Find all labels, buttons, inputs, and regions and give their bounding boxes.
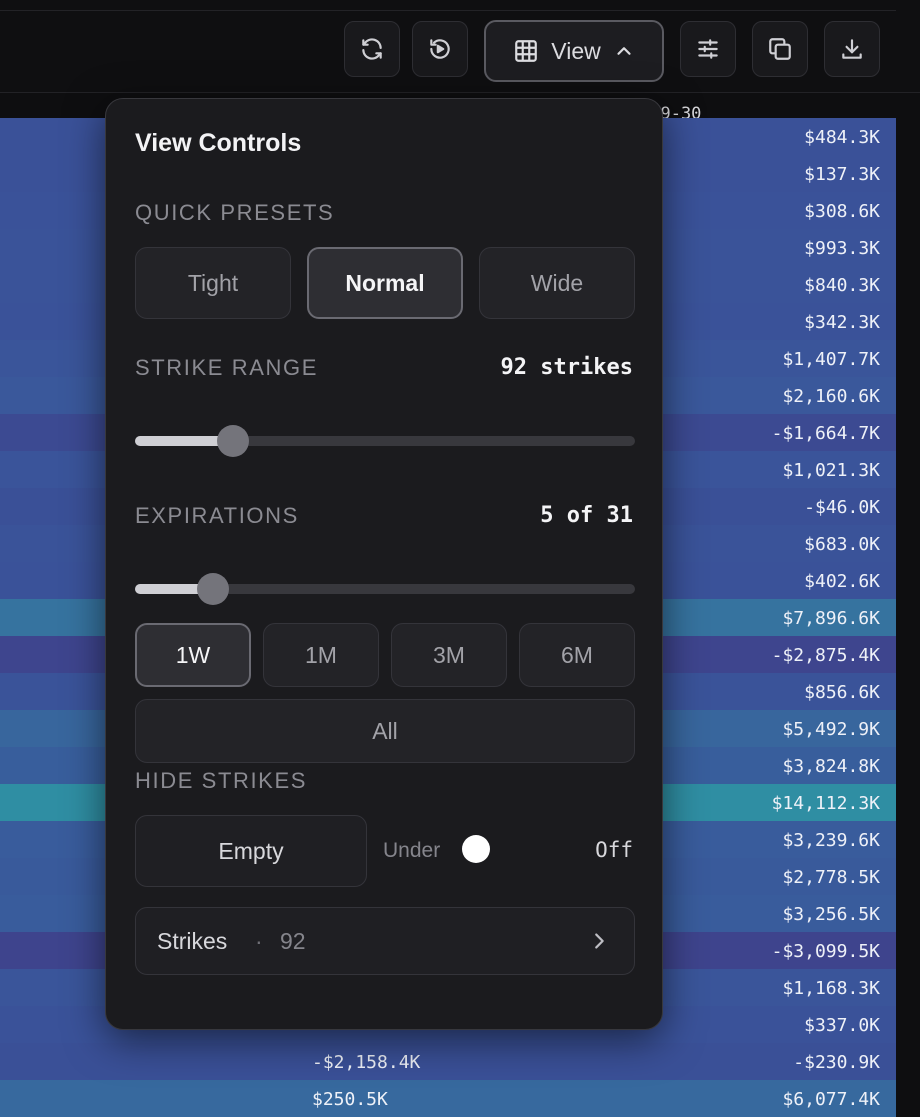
net-value-cell: $7,896.6K bbox=[782, 608, 880, 629]
toolbar: View bbox=[0, 0, 920, 93]
net-value-cell: $1,168.3K bbox=[782, 978, 880, 999]
quick-presets-label: QUICK PRESETS bbox=[135, 200, 335, 225]
strike-range-thumb[interactable] bbox=[216, 425, 249, 457]
net-value-cell: $3,824.8K bbox=[782, 756, 880, 777]
net-value-cell: $308.6K bbox=[804, 201, 880, 222]
strike-range-slider[interactable] bbox=[135, 425, 635, 457]
expiration-3m-button[interactable]: 3M bbox=[391, 623, 507, 687]
view-controls-popover: View Controls QUICK PRESETS Tight Normal W… bbox=[105, 98, 663, 1030]
net-value-cell: -$46.0K bbox=[804, 497, 880, 518]
net-value-cell: $856.6K bbox=[804, 682, 880, 703]
under-threshold-toggle[interactable] bbox=[462, 835, 490, 863]
chevron-right-icon bbox=[595, 933, 604, 949]
expirations-thumb[interactable] bbox=[196, 573, 229, 605]
preset-tight-button[interactable]: Tight bbox=[135, 247, 291, 319]
hide-empty-button[interactable]: Empty bbox=[135, 815, 367, 887]
expiration-all-button[interactable]: All bbox=[135, 699, 635, 763]
net-value-cell: $2,160.6K bbox=[782, 386, 880, 407]
toolbar-divider bbox=[0, 10, 896, 11]
net-value-cell: $484.3K bbox=[804, 127, 880, 148]
preset-normal-button[interactable]: Normal bbox=[307, 247, 463, 319]
net-value-cell: $3,239.6K bbox=[782, 830, 880, 851]
expirations-value: 5 of 31 bbox=[540, 503, 633, 528]
expiration-6m-button[interactable]: 6M bbox=[519, 623, 635, 687]
refresh-icon bbox=[362, 38, 382, 60]
net-value-cell: $14,112.3K bbox=[771, 793, 880, 814]
expirations-label: EXPIRATIONS bbox=[135, 503, 299, 528]
table-row: $6,077.4K $250.5K bbox=[0, 1080, 896, 1117]
preset-wide-button[interactable]: Wide bbox=[479, 247, 635, 319]
net-value-cell: $840.3K bbox=[804, 275, 880, 296]
strikes-list-row[interactable]: Strikes · 92 bbox=[135, 907, 635, 975]
view-button-label: View bbox=[551, 37, 601, 64]
net-value-cell: $137.3K bbox=[804, 164, 880, 185]
chevron-up-icon bbox=[617, 47, 631, 55]
net-value-cell: -$2,875.4K bbox=[771, 645, 880, 666]
view-button[interactable]: View bbox=[484, 20, 664, 82]
net-value-cell: $5,492.9K bbox=[782, 719, 880, 740]
copy-button[interactable] bbox=[752, 21, 808, 77]
net-value-cell: -$230.9K bbox=[793, 1052, 880, 1073]
settings-sliders-button[interactable] bbox=[680, 21, 736, 77]
table-right-edge bbox=[896, 135, 920, 1107]
under-value: Off bbox=[595, 838, 633, 862]
net-value-cell: $342.3K bbox=[804, 312, 880, 333]
net-value-cell: $337.0K bbox=[804, 1015, 880, 1036]
copy-icon bbox=[769, 38, 791, 60]
left-value-cell: -$2,158.4K bbox=[312, 1052, 421, 1073]
replay-button[interactable] bbox=[412, 21, 468, 77]
net-value-cell: -$1,664.7K bbox=[771, 423, 880, 444]
strikes-row-label: Strikes bbox=[157, 928, 228, 954]
expiration-1m-button[interactable]: 1M bbox=[263, 623, 379, 687]
net-value-cell: $2,778.5K bbox=[782, 867, 880, 888]
strike-range-value: 92 strikes bbox=[500, 355, 633, 380]
replay-icon bbox=[430, 39, 450, 59]
strike-range-label: STRIKE RANGE bbox=[135, 355, 319, 380]
refresh-button[interactable] bbox=[344, 21, 400, 77]
net-value-cell: -$3,099.5K bbox=[771, 941, 880, 962]
download-icon bbox=[842, 39, 862, 59]
expirations-slider[interactable] bbox=[135, 573, 635, 605]
sliders-icon bbox=[698, 39, 718, 59]
net-value-cell: $3,256.5K bbox=[782, 904, 880, 925]
grid-icon bbox=[515, 40, 538, 62]
popover-title: View Controls bbox=[135, 129, 302, 157]
expiration-1w-button[interactable]: 1W bbox=[135, 623, 251, 687]
hide-strikes-label: HIDE STRIKES bbox=[135, 768, 308, 793]
net-value-cell: $402.6K bbox=[804, 571, 880, 592]
net-value-cell: $993.3K bbox=[804, 238, 880, 259]
download-button[interactable] bbox=[824, 21, 880, 77]
under-label: Under bbox=[383, 839, 441, 862]
net-value-cell: $1,407.7K bbox=[782, 349, 880, 370]
net-value-cell: $683.0K bbox=[804, 534, 880, 555]
strikes-row-count: 92 bbox=[280, 928, 306, 954]
table-row: -$230.9K -$2,158.4K bbox=[0, 1043, 896, 1080]
strikes-row-separator: · bbox=[255, 928, 263, 954]
net-value-cell: $1,021.3K bbox=[782, 460, 880, 481]
